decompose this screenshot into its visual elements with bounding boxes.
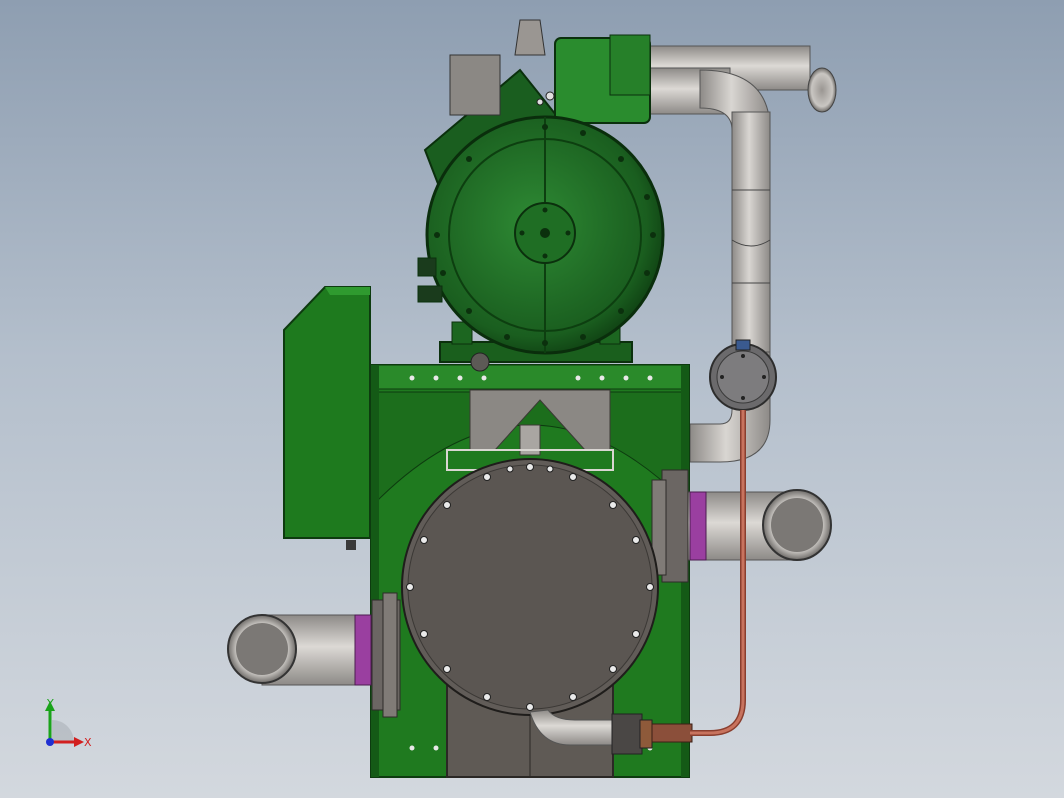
compressor-motor <box>417 19 665 355</box>
triad-y-label: Y <box>46 697 54 710</box>
inlet-pipe-left <box>227 592 401 718</box>
electrical-box <box>283 286 371 550</box>
coordinate-triad: Y X <box>45 697 92 749</box>
cad-graphics-viewport[interactable]: Y X <box>0 0 1064 798</box>
chiller-assembly-model[interactable] <box>0 0 1064 798</box>
z-axis-dot <box>46 738 54 746</box>
triad-x-label: X <box>84 736 92 749</box>
